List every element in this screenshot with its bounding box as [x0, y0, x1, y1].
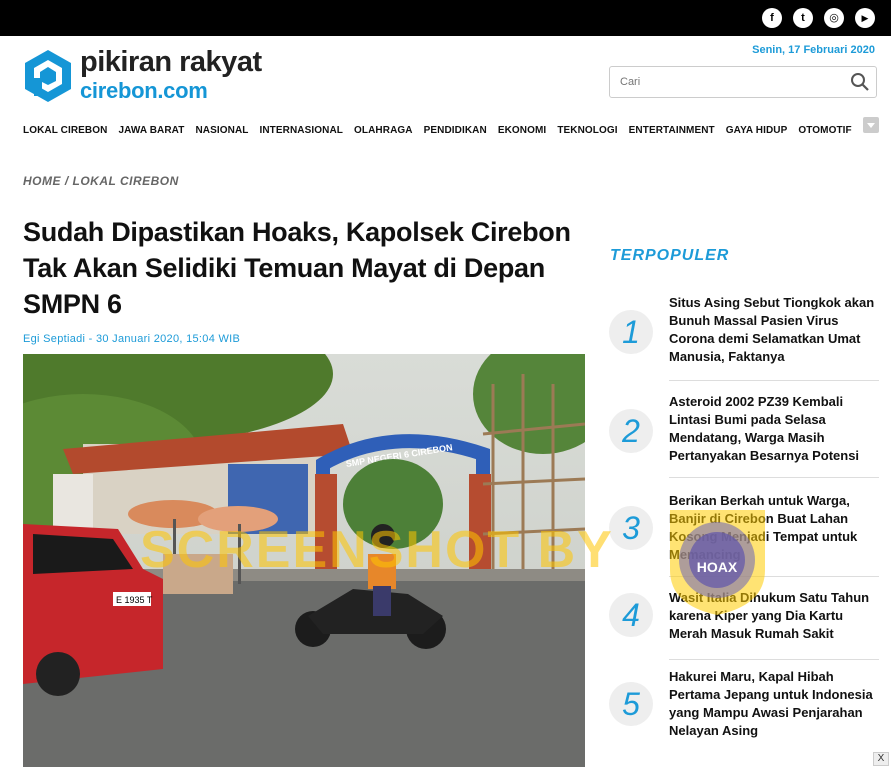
nav-item-ekonomi[interactable]: EKONOMI [498, 125, 546, 136]
nav-item-olahraga[interactable]: OLAHRAGA [354, 125, 413, 136]
search-input[interactable] [610, 67, 830, 97]
site-header: pikiran rakyat cirebon.com Senin, 17 Feb… [0, 36, 891, 112]
nav-item-jawa-barat[interactable]: JAWA BARAT [118, 125, 184, 136]
popular-item-3[interactable]: 3 Berikan Berkah untuk Warga, Banjir di … [609, 492, 879, 578]
popular-rank-5: 5 [609, 682, 653, 726]
popular-item-4[interactable]: 4 Wasit Italia Dihukum Satu Tahun karena… [609, 589, 879, 660]
article-byline: Egi Septiadi - 30 Januari 2020, 15:04 WI… [23, 333, 241, 345]
nav-item-pendidikan[interactable]: PENDIDIKAN [424, 125, 487, 136]
license-plate-text: E 1935 T [116, 595, 153, 605]
breadcrumb[interactable]: HOME / LOKAL CIREBON [23, 174, 179, 188]
popular-item-2[interactable]: 2 Asteroid 2002 PZ39 Kembali Lintasi Bum… [609, 393, 879, 479]
popular-rank-4: 4 [609, 593, 653, 637]
logo-text-primary[interactable]: pikiran rakyat [80, 46, 262, 79]
youtube-icon[interactable]: ▶ [855, 8, 875, 28]
divider [669, 380, 879, 381]
current-date: Senin, 17 Februari 2020 [752, 44, 875, 56]
popular-rank-1: 1 [609, 310, 653, 354]
facebook-icon[interactable]: f [762, 8, 782, 28]
search-icon[interactable] [850, 72, 870, 92]
instagram-icon[interactable]: ◎ [824, 8, 844, 28]
popular-item-title[interactable]: Asteroid 2002 PZ39 Kembali Lintasi Bumi … [669, 393, 879, 465]
nav-item-otomotif[interactable]: OTOMOTIF [798, 125, 851, 136]
nav-item-internasional[interactable]: INTERNASIONAL [259, 125, 343, 136]
top-bar: f t ◎ ▶ [0, 0, 891, 36]
nav-item-teknologi[interactable]: TEKNOLOGI [557, 125, 617, 136]
popular-item-title[interactable]: Hakurei Maru, Kapal Hibah Pertama Jepang… [669, 668, 879, 740]
logo-text-secondary[interactable]: cirebon.com [80, 78, 208, 104]
nav-item-entertainment[interactable]: ENTERTAINMENT [629, 125, 715, 136]
popular-item-title[interactable]: Wasit Italia Dihukum Satu Tahun karena K… [669, 589, 879, 643]
article-photo-illustration: SMP NEGERI 6 CIREBON E 1935 T [23, 354, 585, 767]
divider [669, 477, 879, 478]
popular-item-5[interactable]: 5 Hakurei Maru, Kapal Hibah Pertama Jepa… [609, 668, 879, 754]
nav-item-gaya-hidup[interactable]: GAYA HIDUP [726, 125, 788, 136]
divider [669, 659, 879, 660]
divider [669, 576, 879, 577]
article-title: Sudah Dipastikan Hoaks, Kapolsek Cirebon… [23, 217, 571, 319]
article-photo: SMP NEGERI 6 CIREBON E 1935 T [23, 354, 585, 767]
popular-rank-3: 3 [609, 506, 653, 550]
close-ad-button[interactable]: X [873, 752, 889, 766]
logo-icon[interactable] [23, 48, 73, 104]
twitter-icon[interactable]: t [793, 8, 813, 28]
popular-item-title[interactable]: Situs Asing Sebut Tiongkok akan Bunuh Ma… [669, 294, 879, 366]
nav-item-lokal-cirebon[interactable]: LOKAL CIREBON [23, 125, 107, 136]
main-nav: LOKAL CIREBON JAWA BARAT NASIONAL INTERNASI… [23, 120, 863, 136]
popular-item-title[interactable]: Berikan Berkah untuk Warga, Banjir di Ci… [669, 492, 879, 564]
popular-rank-2: 2 [609, 409, 653, 453]
nav-item-nasional[interactable]: NASIONAL [195, 125, 248, 136]
search-box[interactable] [609, 66, 877, 98]
sidebar-title: TERPOPULER [610, 247, 730, 264]
popular-item-1[interactable]: 1 Situs Asing Sebut Tiongkok akan Bunuh … [609, 294, 879, 381]
nav-more-dropdown-button[interactable] [863, 117, 879, 133]
